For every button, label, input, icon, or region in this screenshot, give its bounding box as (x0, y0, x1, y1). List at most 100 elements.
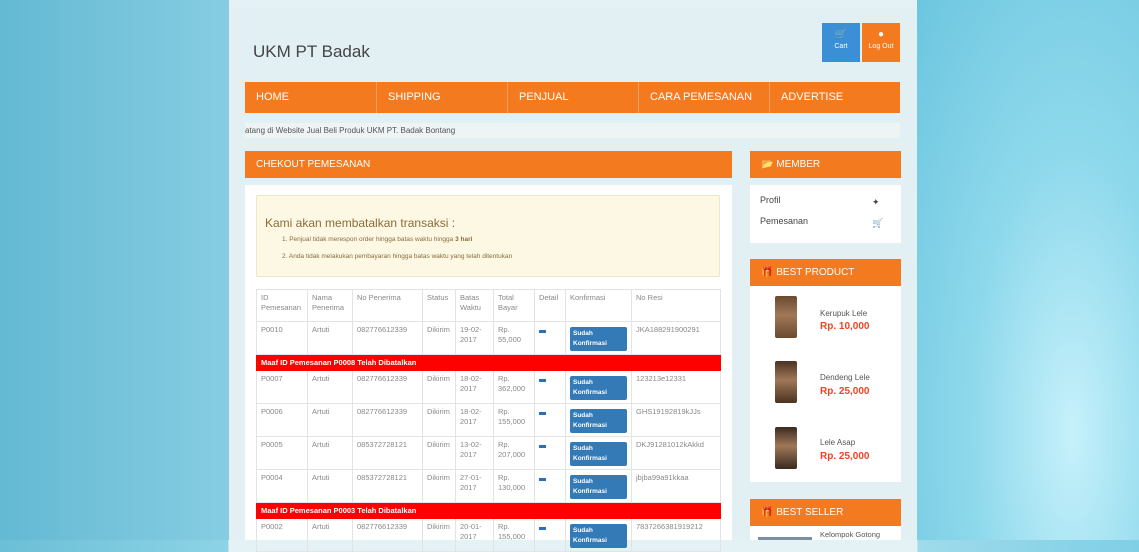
product-image[interactable] (775, 361, 797, 403)
cart-button[interactable]: 🛒 Cart (822, 23, 860, 62)
cell-status: Dikirim (422, 436, 456, 470)
user-icon: ● (877, 29, 885, 40)
confirm-status-badge[interactable]: Sudah Konfirmasi (570, 442, 627, 466)
orders-table: ID Pemesanan Nama Penerima No Penerima S… (256, 289, 721, 552)
table-row: P0006 Artuti 082776612339 Dikirim 18-02-2017… (256, 403, 721, 437)
cell-status: Dikirim (422, 403, 456, 437)
cell-batas: 18-02-2017 (455, 370, 494, 404)
product-image[interactable] (775, 296, 797, 338)
cell-total: Rp. 155,000 (493, 518, 535, 552)
cell-total: Rp. 207,000 (493, 436, 535, 470)
cell-konfirmasi: Sudah Konfirmasi (565, 518, 632, 552)
cell-nama: Artuti (307, 321, 353, 355)
table-header-row: ID Pemesanan Nama Penerima No Penerima S… (256, 289, 721, 322)
nav-cara-pemesanan[interactable]: CARA PEMESANAN (639, 82, 770, 113)
cell-detail (534, 321, 566, 355)
detail-icon[interactable] (539, 478, 546, 481)
checkout-heading: CHEKOUT PEMESANAN (245, 151, 732, 178)
table-row: P0004 Artuti 085372728121 Dikirim 27-01-2017… (256, 469, 721, 503)
nav-home[interactable]: HOME (245, 82, 377, 113)
confirm-status-badge[interactable]: Sudah Konfirmasi (570, 376, 627, 400)
product-price: Rp. 10,000 (820, 321, 870, 332)
cell-id: P0004 (256, 469, 308, 503)
cell-total: Rp. 155,000 (493, 403, 535, 437)
cancelled-order-message: Maaf ID Pemesanan P0008 Telah Dibatalkan (256, 354, 721, 371)
cell-id: P0007 (256, 370, 308, 404)
cell-total: Rp. 55,000 (493, 321, 535, 355)
product-name[interactable]: Lele Asap (820, 438, 855, 447)
confirm-status-badge[interactable]: Sudah Konfirmasi (570, 409, 627, 433)
best-seller-heading: 🎁 BEST SELLER (750, 499, 901, 526)
col-header: Detail (534, 289, 566, 322)
cell-nama: Artuti (307, 469, 353, 503)
detail-icon[interactable] (539, 330, 546, 333)
cancelled-order-row: Maaf ID Pemesanan P0008 Telah Dibatalkan (256, 354, 721, 371)
cell-nama: Artuti (307, 436, 353, 470)
col-header: Nama Penerima (307, 289, 353, 322)
cell-id: P0006 (256, 403, 308, 437)
cancelled-order-message: Maaf ID Pemesanan P0003 Telah Dibatalkan (256, 502, 721, 519)
cell-status: Dikirim (422, 518, 456, 552)
cell-no: 082776612339 (352, 403, 423, 437)
cell-id: P0005 (256, 436, 308, 470)
cell-resi: JKA188291900291 (631, 321, 721, 355)
best-product-heading: 🎁 BEST PRODUCT (750, 259, 901, 286)
cancel-policy-alert: Kami akan membatalkan transaksi : 1. Pen… (256, 195, 720, 277)
detail-icon[interactable] (539, 527, 546, 530)
col-header: ID Pemesanan (256, 289, 308, 322)
folder-open-icon: 📂 (761, 159, 774, 170)
member-link-profil[interactable]: Profil (760, 195, 781, 205)
cell-status: Dikirim (422, 469, 456, 503)
cell-id: P0002 (256, 518, 308, 552)
logout-label: Log Out (868, 43, 894, 50)
member-box (750, 185, 901, 243)
detail-icon[interactable] (539, 379, 546, 382)
cart-icon: 🛒 (834, 29, 848, 40)
product-image[interactable] (775, 427, 797, 469)
cell-total: Rp. 130,000 (493, 469, 535, 503)
table-row: P0002 Artuti 082776612339 Dikirim 20-01-2017… (256, 518, 721, 552)
alert-item-1-bold: 3 hari (455, 236, 473, 243)
product-name[interactable]: Dendeng Lele (820, 373, 870, 382)
alert-item-2: 2. Anda tidak melakukan pembayaran hingg… (282, 253, 513, 260)
site-title[interactable]: UKM PT Badak (253, 42, 370, 62)
confirm-status-badge[interactable]: Sudah Konfirmasi (570, 475, 627, 499)
member-link-pemesanan[interactable]: Pemesanan (760, 216, 808, 226)
nav-penjual[interactable]: PENJUAL (508, 82, 639, 113)
detail-icon[interactable] (539, 412, 546, 415)
nav-advertise[interactable]: ADVERTISE (770, 82, 900, 113)
product-name[interactable]: Kerupuk Lele (820, 309, 867, 318)
alert-item-1-text: 1. Penjual tidak merespon order hingga b… (282, 236, 454, 243)
nav-shipping[interactable]: SHIPPING (377, 82, 508, 113)
cell-nama: Artuti (307, 370, 353, 404)
cancelled-order-row: Maaf ID Pemesanan P0003 Telah Dibatalkan (256, 502, 721, 519)
seller-name[interactable]: Kelompok Gotong (820, 530, 880, 539)
cell-detail (534, 436, 566, 470)
detail-icon[interactable] (539, 445, 546, 448)
welcome-marquee: atang di Website Jual Beli Produk UKM PT… (245, 123, 900, 138)
cell-no: 085372728121 (352, 469, 423, 503)
gift-icon: 🎁 (761, 507, 774, 518)
cell-konfirmasi: Sudah Konfirmasi (565, 436, 632, 470)
product-price: Rp. 25,000 (820, 386, 870, 397)
logout-button[interactable]: ● Log Out (862, 23, 900, 62)
confirm-status-badge[interactable]: Sudah Konfirmasi (570, 524, 627, 548)
cell-total: Rp. 362,000 (493, 370, 535, 404)
cell-batas: 19-02-2017 (455, 321, 494, 355)
background-right (917, 0, 1139, 540)
cell-resi: DKJ91281012kAkkd (631, 436, 721, 470)
cell-id: P0010 (256, 321, 308, 355)
cell-resi: GHS19192819kJJs (631, 403, 721, 437)
cart-label: Cart (834, 43, 848, 50)
table-row: P0007 Artuti 082776612339 Dikirim 18-02-2017… (256, 370, 721, 404)
cell-nama: Artuti (307, 403, 353, 437)
col-header: Status (422, 289, 456, 322)
confirm-status-badge[interactable]: Sudah Konfirmasi (570, 327, 627, 351)
member-heading-text: MEMBER (776, 159, 821, 170)
best-seller-heading-text: BEST SELLER (776, 507, 844, 518)
cell-batas: 18-02-2017 (455, 403, 494, 437)
cell-konfirmasi: Sudah Konfirmasi (565, 469, 632, 503)
cell-no: 082776612339 (352, 518, 423, 552)
cell-konfirmasi: Sudah Konfirmasi (565, 370, 632, 404)
cell-status: Dikirim (422, 321, 456, 355)
